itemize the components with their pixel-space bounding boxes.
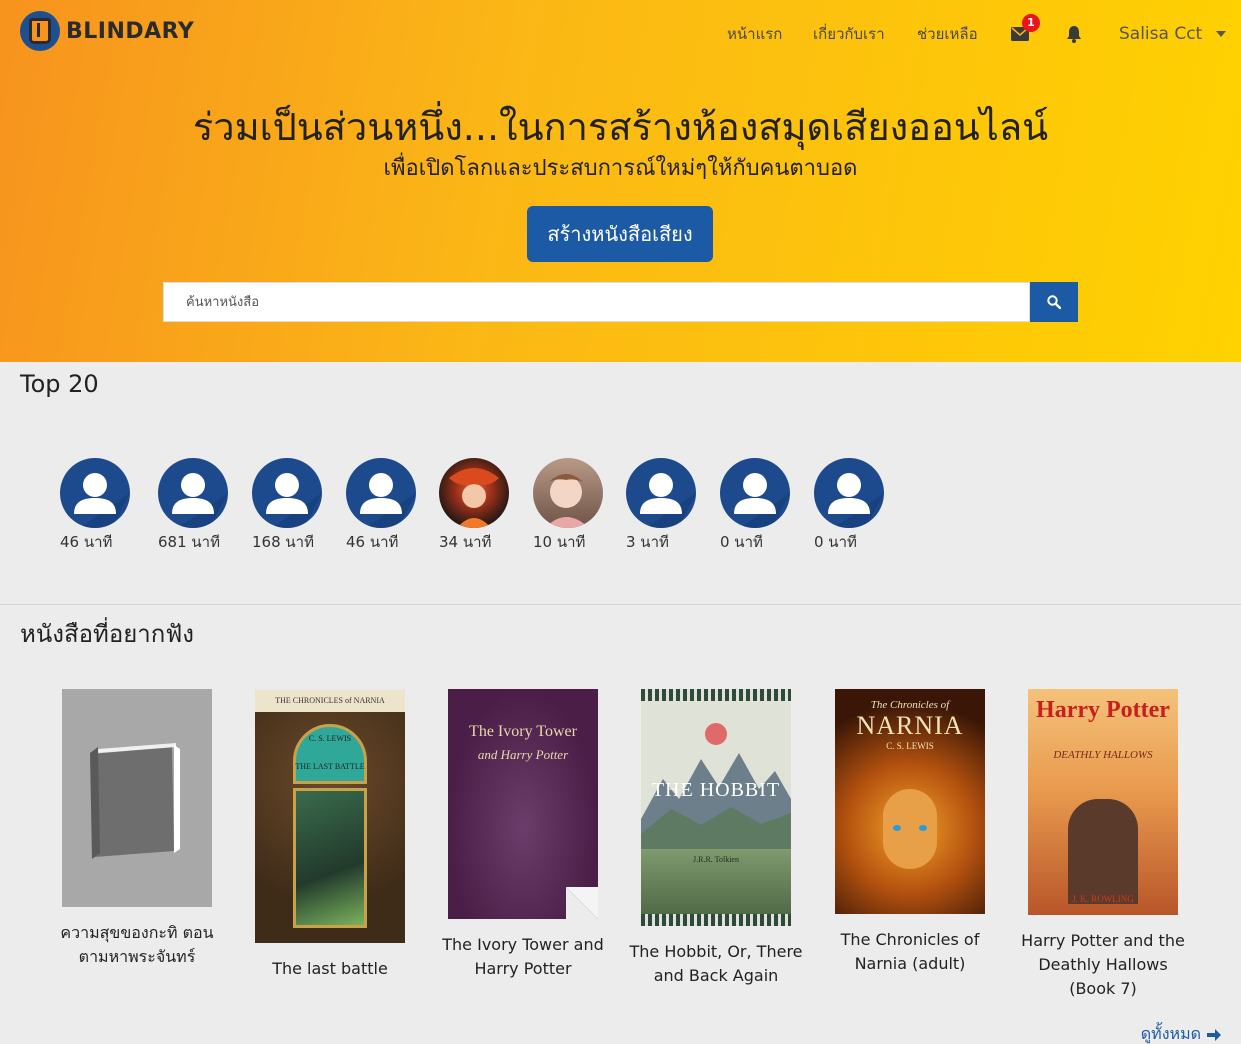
user-silhouette-icon <box>266 473 322 528</box>
cover-subtitle: DEATHLY HALLOWS <box>1053 749 1153 761</box>
top-nav: หน้าแรก เกี่ยวกับเรา ช่วยเหลือ 1 Salisa … <box>0 14 1241 46</box>
hero-banner: BLINDARY หน้าแรก เกี่ยวกับเรา ช่วยเหลือ … <box>0 0 1241 362</box>
book-search-input[interactable] <box>163 282 1030 322</box>
cover-subtitle: THE LAST BATTLE <box>295 762 365 771</box>
search-button[interactable] <box>1030 282 1078 322</box>
book-title[interactable]: The Ivory Tower and Harry Potter <box>433 933 613 981</box>
see-all-books-link[interactable]: ดูทั้งหมด <box>1141 1022 1221 1044</box>
listen-minutes: 3 นาที <box>626 533 669 551</box>
user-menu-toggle[interactable]: Salisa Cct <box>1119 22 1226 46</box>
nav-help-link[interactable]: ช่วยเหลือ <box>917 22 978 46</box>
top20-user[interactable]: 46 นาที <box>346 458 436 554</box>
cover-title: Harry Potter <box>1036 697 1170 723</box>
user-silhouette-icon <box>172 473 228 528</box>
cover-author: C. S. LEWIS <box>308 734 352 743</box>
caret-down-icon <box>1215 31 1226 37</box>
listen-minutes: 681 นาที <box>158 533 220 551</box>
cover-subtitle: and Harry Potter <box>477 747 569 762</box>
mail-count-badge: 1 <box>1022 14 1040 32</box>
user-silhouette-icon <box>734 473 790 528</box>
search-icon <box>1047 295 1061 309</box>
listen-minutes: 0 นาที <box>720 533 763 551</box>
cover-author: C. S. LEWIS <box>886 741 934 751</box>
avatar[interactable] <box>626 458 696 528</box>
book-cover: Harry Potter DEATHLY HALLOWS J. K. ROWLI… <box>1028 689 1178 915</box>
top20-title: Top 20 <box>20 370 99 398</box>
user-silhouette-icon <box>74 473 130 528</box>
listen-minutes: 0 นาที <box>814 533 857 551</box>
avatar[interactable] <box>158 458 228 528</box>
nav-about-link[interactable]: เกี่ยวกับเรา <box>813 22 885 46</box>
book-title[interactable]: Harry Potter and the Deathly Hallows (Bo… <box>1013 929 1193 1001</box>
book-cover-placeholder <box>62 689 212 907</box>
listen-minutes: 10 นาที <box>533 533 586 551</box>
book-title[interactable]: The Hobbit, Or, There and Back Again <box>626 940 806 988</box>
create-audiobook-button[interactable]: สร้างหนังสือเสียง <box>527 206 713 262</box>
top20-user[interactable]: 168 นาที <box>252 458 342 554</box>
avatar[interactable] <box>720 458 790 528</box>
user-photo-icon <box>449 468 499 528</box>
avatar[interactable] <box>814 458 884 528</box>
books-section-title: หนังสือที่อยากฟัง <box>20 620 195 648</box>
book-cover: The Chronicles of NARNIA C. S. LEWIS <box>835 689 985 914</box>
book-title[interactable]: The Chronicles of Narnia (adult) <box>820 928 1000 976</box>
cover-title: The Ivory Tower <box>469 723 577 740</box>
section-divider <box>0 604 1241 605</box>
cover-title: NARNIA <box>856 711 964 740</box>
user-silhouette-icon <box>640 473 696 528</box>
top20-user[interactable]: 34 นาที <box>439 458 529 554</box>
listen-minutes: 34 นาที <box>439 533 492 551</box>
avatar[interactable] <box>439 458 509 528</box>
avatar[interactable] <box>346 458 416 528</box>
book-title[interactable]: ความสุขของกะทิ ตอนตามหาพระจันทร์ <box>47 921 227 969</box>
user-silhouette-icon <box>360 473 416 528</box>
top20-user[interactable]: 0 นาที <box>720 458 810 554</box>
listen-minutes: 46 นาที <box>60 533 113 551</box>
avatar[interactable] <box>252 458 322 528</box>
top20-user[interactable]: 10 นาที <box>533 458 623 554</box>
hero-title: ร่วมเป็นส่วนหนึ่ง...ในการสร้างห้องสมุดเส… <box>192 105 1049 149</box>
book-cover: THE HOBBIT J.R.R. Tolkien <box>641 689 791 926</box>
user-name: Salisa Cct <box>1119 24 1203 44</box>
cover-author: J.R.R. Tolkien <box>693 855 739 864</box>
listen-minutes: 46 นาที <box>346 533 399 551</box>
cover-subtitle: The Chronicles of <box>870 699 950 711</box>
notifications-button[interactable] <box>1062 22 1086 46</box>
book-cover: The Ivory Tower and Harry Potter <box>448 689 598 919</box>
user-silhouette-icon <box>828 473 884 528</box>
top20-user[interactable]: 3 นาที <box>626 458 716 554</box>
arrow-right-icon <box>1207 1028 1221 1041</box>
book-icon <box>90 743 180 859</box>
bell-icon <box>1067 26 1081 43</box>
cover-author: J. K. ROWLING <box>1072 894 1134 904</box>
nav-home-link[interactable]: หน้าแรก <box>727 22 782 46</box>
hero-subtitle: เพื่อเปิดโลกและประสบการณ์ใหม่ๆให้กับคนตา… <box>383 156 858 181</box>
user-photo-icon <box>545 474 589 528</box>
cover-series: THE CHRONICLES of NARNIA <box>275 696 385 705</box>
book-title[interactable]: The last battle <box>240 957 420 981</box>
book-search-form <box>163 282 1078 322</box>
listen-minutes: 168 นาที <box>252 533 314 551</box>
cover-title: THE HOBBIT <box>651 779 781 801</box>
top20-user[interactable]: 46 นาที <box>60 458 150 554</box>
top20-user[interactable]: 0 นาที <box>814 458 904 554</box>
book-cover: THE CHRONICLES of NARNIA C. S. LEWIS THE… <box>255 690 405 943</box>
avatar[interactable] <box>533 458 603 528</box>
top20-user[interactable]: 681 นาที <box>158 458 248 554</box>
mail-button[interactable]: 1 <box>1008 14 1040 46</box>
see-all-label: ดูทั้งหมด <box>1140 1024 1201 1043</box>
avatar[interactable] <box>60 458 130 528</box>
